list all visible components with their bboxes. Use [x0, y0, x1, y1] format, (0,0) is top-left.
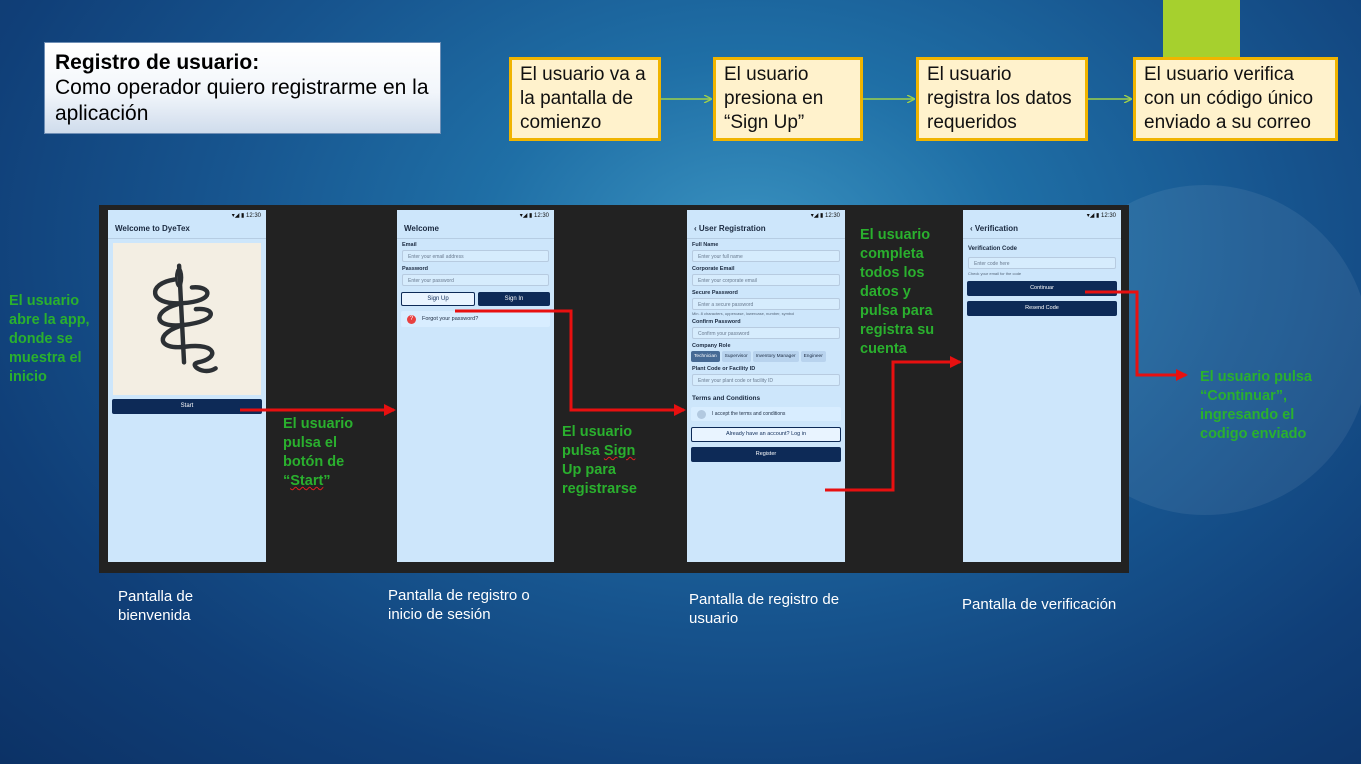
role-chip-row: Technician Supervisor Inventory Manager … — [691, 351, 841, 362]
registration-screen: ▾◢ ▮ 12:30 ‹ User Registration Full Name… — [687, 210, 845, 562]
story-description: Como operador quiero registrarme en la a… — [55, 76, 429, 125]
secure-password-label: Secure Password — [692, 290, 738, 296]
verification-screen: ▾◢ ▮ 12:30 ‹ Verification Verification C… — [963, 210, 1121, 562]
registration-title: User Registration — [698, 224, 766, 233]
note-press-start-word: Start — [290, 473, 324, 489]
status-bar: ▾◢ ▮ 12:30 — [810, 213, 840, 219]
login-screen: ▾◢ ▮ 12:30 Welcome Email Enter your emai… — [397, 210, 554, 562]
terms-row: I accept the terms and conditions — [691, 407, 841, 421]
fullname-label: Full Name — [692, 242, 719, 248]
role-chip-inventory-manager[interactable]: Inventory Manager — [752, 351, 799, 362]
role-chip-engineer[interactable]: Engineer — [800, 351, 826, 362]
login-link-button[interactable]: Already have an account? Log in — [691, 427, 841, 442]
caption-welcome: Pantalla de bienvenida — [118, 588, 194, 624]
plant-code-label: Plant Code or Facility ID — [692, 366, 756, 372]
password-label: Password — [402, 266, 428, 272]
caption-registration: Pantalla de registro de usuario — [689, 591, 840, 627]
welcome-screen: ▾◢ ▮ 12:30 Welcome to DyeTex Start — [108, 210, 266, 562]
registration-header: ‹ User Registration — [687, 221, 845, 239]
help-icon: ? — [407, 314, 416, 324]
corporate-email-field[interactable]: Enter your corporate email — [692, 274, 840, 286]
confirm-password-field[interactable]: Confirm your password — [692, 327, 840, 339]
resend-code-button[interactable]: Resend Code — [967, 301, 1117, 316]
role-chip-technician[interactable]: Technician — [691, 351, 720, 362]
caption-login: Pantalla de registro o inicio de sesión — [388, 587, 530, 623]
login-title: Welcome — [397, 221, 554, 239]
verification-header: ‹ Verification — [963, 221, 1121, 239]
needle-thread-icon — [152, 263, 218, 374]
forgot-password-link[interactable]: Forgot your password? — [422, 316, 478, 322]
signup-button[interactable]: Sign Up — [401, 292, 475, 306]
terms-check-label: I accept the terms and conditions — [712, 411, 786, 417]
password-field[interactable]: Enter your password — [402, 274, 549, 286]
note-press-signup-post: Up para registrarse — [562, 462, 637, 497]
fullname-field[interactable]: Enter your full name — [692, 250, 840, 262]
start-button[interactable]: Start — [112, 399, 262, 414]
role-chip-supervisor[interactable]: Supervisor — [721, 351, 751, 362]
continue-button[interactable]: Continuar — [967, 281, 1117, 296]
caption-verification: Pantalla de verificación — [962, 596, 1117, 613]
email-field[interactable]: Enter your email address — [402, 250, 549, 262]
forgot-password-row[interactable]: ? Forgot your password? — [401, 311, 550, 327]
secure-password-field[interactable]: Enter a secure password — [692, 298, 840, 310]
verification-code-field[interactable]: Enter code here — [968, 257, 1116, 269]
auth-button-row: Sign Up Sign In — [401, 292, 550, 306]
confirm-password-label: Confirm Password — [692, 319, 741, 325]
note-press-continue: El usuario pulsa “Continuar”, ingresando… — [1200, 369, 1312, 442]
note-press-signup-word: Sign — [603, 443, 636, 459]
note-press-start-post: ” — [323, 473, 331, 489]
note-press-signup: El usuario pulsa Sign Up para registrars… — [562, 423, 647, 499]
note-press-start: El usuario pulsa el botón de “Start” — [283, 415, 365, 491]
company-role-label: Company Role — [692, 343, 731, 349]
dyetex-logo — [113, 243, 261, 395]
terms-checkbox[interactable] — [697, 409, 706, 419]
story-title: Registro de usuario: — [55, 51, 260, 74]
verification-title: Verification — [974, 224, 1019, 233]
signin-button[interactable]: Sign In — [478, 292, 550, 306]
terms-title: Terms and Conditions — [692, 395, 761, 402]
email-label: Email — [402, 242, 417, 248]
welcome-title: Welcome to DyeTex — [108, 221, 266, 239]
verification-code-label: Verification Code — [968, 246, 1018, 252]
status-bar: ▾◢ ▮ 12:30 — [519, 213, 549, 219]
note-complete-data: El usuario completa todos los datos y pu… — [860, 227, 935, 357]
flow-step-3: El usuario registra los datos requeridos — [916, 57, 1088, 141]
verification-hint: Check your email for the code — [968, 271, 1022, 276]
decorative-green-bar — [1163, 0, 1240, 57]
register-button[interactable]: Register — [691, 447, 841, 462]
back-chevron-icon[interactable]: ‹ — [694, 224, 697, 233]
flow-step-1: El usuario va a la pantalla de comienzo — [509, 57, 661, 141]
note-open-app: El usuario abre la app, donde se muestra… — [9, 293, 90, 385]
back-chevron-icon[interactable]: ‹ — [970, 224, 973, 233]
status-bar: ▾◢ ▮ 12:30 — [1086, 213, 1116, 219]
plant-code-field[interactable]: Enter your plant code or facility ID — [692, 374, 840, 386]
status-bar: ▾◢ ▮ 12:30 — [231, 213, 261, 219]
flow-step-2: El usuario presiona en “Sign Up” — [713, 57, 863, 141]
story-title-box: Registro de usuario: Como operador quier… — [44, 42, 441, 134]
flow-step-4: El usuario verifica con un código único … — [1133, 57, 1338, 141]
corporate-email-label: Corporate Email — [692, 266, 735, 272]
